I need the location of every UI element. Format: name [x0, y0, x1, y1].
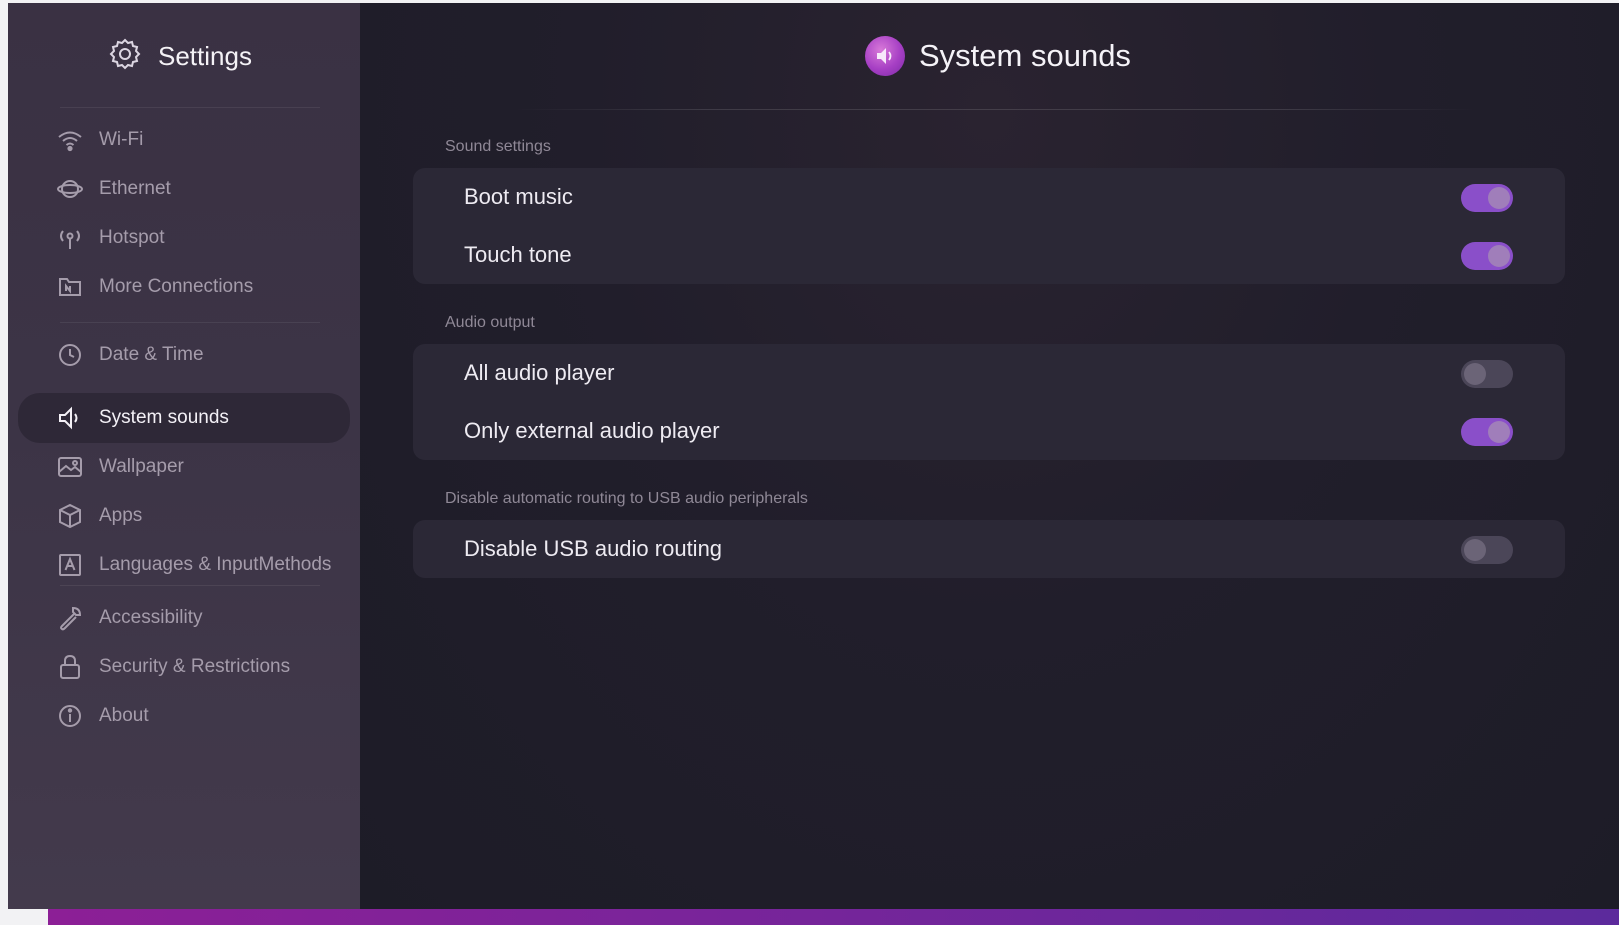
main-panel: System sounds Sound settings Boot music … [360, 3, 1619, 909]
sidebar-item-system-sounds[interactable]: System sounds [8, 393, 360, 443]
sidebar-item-date-time[interactable]: Date & Time [8, 330, 360, 380]
sidebar-item-label: About [99, 705, 149, 726]
sidebar-item-ethernet[interactable]: Ethernet [8, 164, 360, 214]
page-title: System sounds [919, 38, 1131, 73]
lock-icon [56, 653, 84, 681]
boot-music-row[interactable]: Boot music [413, 168, 1565, 226]
sound-settings-card: Boot music Touch tone [413, 168, 1565, 284]
sidebar-item-languages[interactable]: Languages & InputMethods [8, 540, 360, 590]
settings-screen: Settings Wi-Fi Ethernet Hotspot More Con… [8, 3, 1619, 909]
sidebar-item-hotspot[interactable]: Hotspot [8, 213, 360, 263]
sidebar-item-security[interactable]: Security & Restrictions [8, 642, 360, 692]
sidebar-item-label: Ethernet [99, 178, 171, 199]
section-label-sound-settings: Sound settings [445, 138, 551, 155]
toggle-knob [1488, 187, 1510, 209]
sidebar-title: Settings [158, 41, 252, 71]
row-label: Only external audio player [464, 418, 720, 443]
sidebar-item-label: System sounds [99, 407, 229, 428]
header-divider [515, 109, 1475, 110]
sidebar-divider [60, 322, 320, 323]
page-header: System sounds [865, 36, 1131, 76]
sidebar-header: Settings [108, 37, 252, 76]
only-external-audio-player-row[interactable]: Only external audio player [413, 402, 1565, 460]
disable-usb-audio-routing-toggle[interactable] [1461, 536, 1513, 564]
touch-tone-toggle[interactable] [1461, 242, 1513, 270]
only-external-audio-player-toggle[interactable] [1461, 418, 1513, 446]
all-audio-player-row[interactable]: All audio player [413, 344, 1565, 402]
sidebar-item-label: Hotspot [99, 227, 165, 248]
sidebar-item-wallpaper[interactable]: Wallpaper [8, 442, 360, 492]
sidebar-item-apps[interactable]: Apps [8, 491, 360, 541]
all-audio-player-toggle[interactable] [1461, 360, 1513, 388]
row-label: Boot music [464, 184, 573, 209]
touch-tone-row[interactable]: Touch tone [413, 226, 1565, 284]
language-icon [56, 551, 84, 579]
row-label: Touch tone [464, 242, 572, 267]
sidebar-divider [60, 107, 320, 108]
boot-music-toggle[interactable] [1461, 184, 1513, 212]
sidebar-item-label: Date & Time [99, 344, 204, 365]
sidebar: Settings Wi-Fi Ethernet Hotspot More Con… [8, 3, 360, 909]
wifi-icon [56, 126, 84, 154]
wrench-icon [56, 604, 84, 632]
row-label: All audio player [464, 360, 615, 385]
wallpaper-icon [56, 453, 84, 481]
sidebar-item-label: Wi-Fi [99, 129, 144, 150]
apps-cube-icon [56, 502, 84, 530]
sidebar-item-about[interactable]: About [8, 691, 360, 741]
sidebar-item-label: Security & Restrictions [99, 656, 291, 677]
settings-gear-icon [108, 37, 142, 76]
sidebar-item-more-connections[interactable]: More Connections [8, 262, 360, 312]
audio-output-card: All audio player Only external audio pla… [413, 344, 1565, 460]
ethernet-icon [56, 175, 84, 203]
clock-icon [56, 341, 84, 369]
row-label: Disable USB audio routing [464, 536, 723, 561]
sidebar-item-label: Accessibility [99, 607, 203, 628]
more-connections-icon [56, 273, 84, 301]
sidebar-item-accessibility[interactable]: Accessibility [8, 593, 360, 643]
sidebar-item-label: Wallpaper [99, 456, 184, 477]
disable-usb-audio-routing-row[interactable]: Disable USB audio routing [413, 520, 1565, 578]
section-label-usb-routing: Disable automatic routing to USB audio p… [445, 490, 808, 507]
toggle-knob [1488, 245, 1510, 267]
toggle-knob [1464, 539, 1486, 561]
sidebar-item-label: Languages & InputMethods [99, 554, 332, 575]
toggle-knob [1488, 421, 1510, 443]
sidebar-item-wifi[interactable]: Wi-Fi [8, 115, 360, 165]
section-label-audio-output: Audio output [445, 314, 535, 331]
hotspot-icon [56, 224, 84, 252]
toggle-knob [1464, 363, 1486, 385]
usb-routing-card: Disable USB audio routing [413, 520, 1565, 578]
system-sounds-icon [865, 36, 905, 76]
sidebar-item-label: Apps [99, 505, 143, 526]
info-icon [56, 702, 84, 730]
sidebar-item-label: More Connections [99, 276, 254, 297]
bottom-accent-bar [48, 909, 1619, 925]
speaker-icon [56, 404, 84, 432]
